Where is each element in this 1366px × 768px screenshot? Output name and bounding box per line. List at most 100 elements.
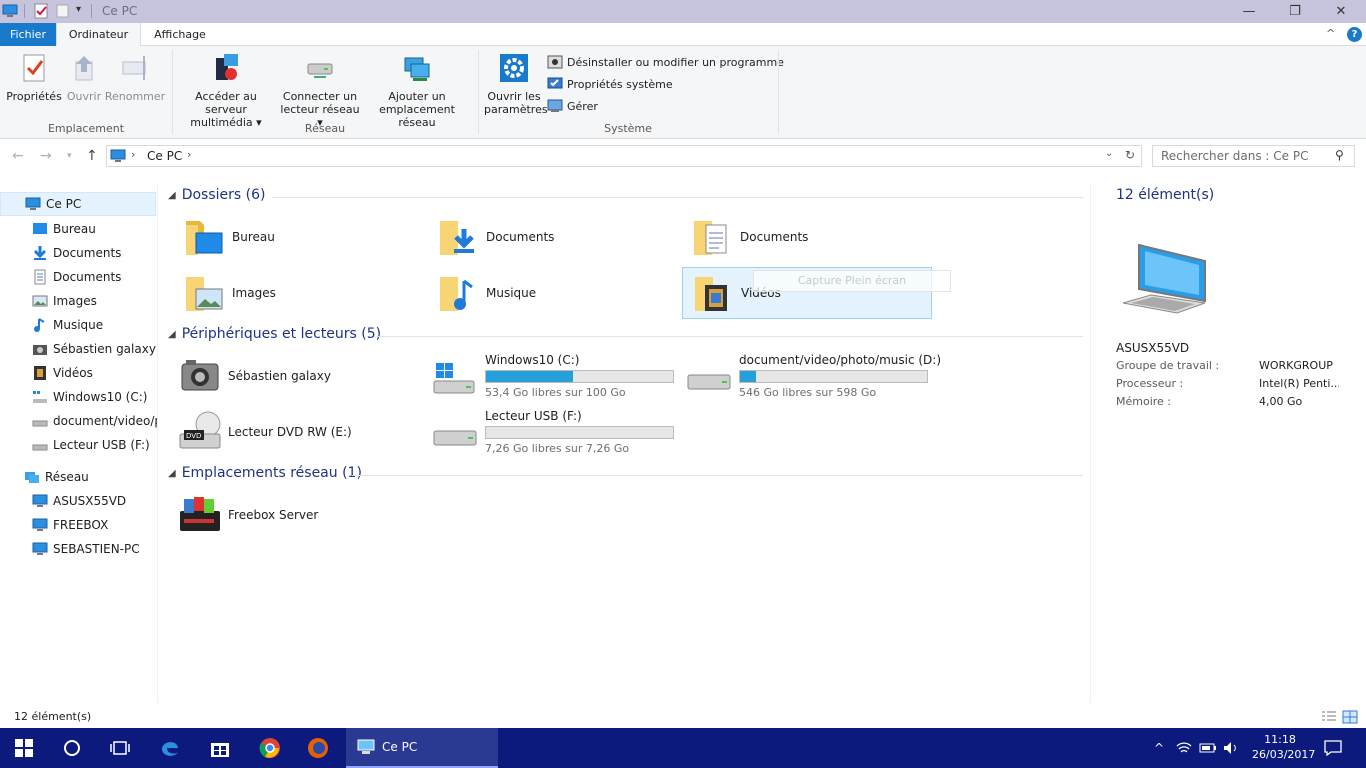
divider (352, 475, 1083, 476)
sidebar-item-ce-pc[interactable]: Ce PC (0, 192, 156, 216)
sidebar-item-reseau[interactable]: Réseau (24, 465, 89, 489)
explorer-window: ▾ Ce PC — ❐ ✕ Fichier Ordinateur Afficha… (0, 0, 1366, 728)
wifi-icon[interactable] (1172, 728, 1196, 768)
open-icon (75, 56, 93, 81)
tab-affichage[interactable]: Affichage (141, 23, 219, 46)
chevron-right-icon[interactable]: › (187, 148, 191, 161)
taskbar-explorer-ce-pc[interactable]: Ce PC (346, 728, 498, 768)
open-button[interactable]: Ouvrir (64, 52, 104, 103)
separator (778, 50, 779, 134)
network-freebox-server[interactable]: Freebox Server (178, 490, 418, 540)
computer-icon[interactable] (2, 3, 18, 19)
search-button[interactable] (48, 728, 96, 768)
sidebar-item-bureau[interactable]: Bureau (32, 217, 96, 241)
sidebar-item-images[interactable]: Images (32, 289, 97, 313)
drive-icon (32, 420, 48, 427)
rename-button[interactable]: Renommer (104, 52, 166, 103)
download-arrow-icon (33, 246, 47, 260)
collapse-ribbon-button[interactable]: ^ (1326, 27, 1335, 40)
properties-icon[interactable] (33, 3, 49, 19)
sidebar-item-asusx55vd[interactable]: ASUSX55VD (32, 489, 126, 513)
firefox-button[interactable] (294, 728, 342, 768)
recent-locations-icon[interactable]: ▾ (67, 151, 72, 161)
group-header-folders[interactable]: ◢ Dossiers (6) (168, 187, 1083, 203)
sidebar-item-musique[interactable]: Musique (32, 313, 103, 337)
address-path[interactable]: Ce PC (147, 149, 182, 163)
folder-documents[interactable]: Documents (436, 212, 676, 262)
drive-icon (32, 444, 48, 451)
sidebar-item-videos[interactable]: Vidéos (32, 361, 93, 385)
group-label-systeme: Système (604, 122, 652, 135)
sidebar-item-sebastien-pc[interactable]: SEBASTIEN-PC (32, 537, 140, 561)
refresh-icon[interactable]: ↻ (1125, 148, 1135, 162)
battery-icon[interactable] (1196, 728, 1220, 768)
details-view-icon[interactable] (1321, 710, 1337, 724)
uninstall-program-button[interactable]: Désinstaller ou modifier un programme (547, 53, 784, 71)
sidebar-item-sebastien-galaxy[interactable]: Sébastien galaxy (32, 337, 156, 361)
close-button[interactable]: ✕ (1318, 0, 1364, 23)
up-icon[interactable]: ↑ (86, 148, 98, 164)
store-button[interactable] (196, 728, 244, 768)
sidebar-item-documents-2[interactable]: Documents (32, 265, 121, 289)
sidebar-item-document-video-d[interactable]: document/video/pl (32, 409, 157, 433)
properties-button[interactable]: Propriétés (6, 52, 62, 103)
chevron-right-icon[interactable]: › (131, 148, 135, 161)
help-button[interactable]: ? (1347, 27, 1362, 42)
sidebar-item-documents[interactable]: Documents (32, 241, 121, 265)
back-icon[interactable]: ← (12, 148, 24, 164)
sidebar-item-freebox[interactable]: FREEBOX (32, 513, 108, 537)
show-hidden-icons-icon[interactable]: ^ (1148, 728, 1170, 768)
drive-windows10-c[interactable]: Windows10 (C:) 53,4 Go libres sur 100 Go (432, 353, 682, 401)
group-header-devices[interactable]: ◢ Périphériques et lecteurs (5) (168, 326, 1083, 342)
collapse-icon[interactable]: ◢ (168, 329, 176, 340)
sidebar-item-label: Lecteur USB (F:) (53, 438, 150, 452)
manage-button[interactable]: Gérer (547, 97, 598, 115)
tab-fichier[interactable]: Fichier (0, 23, 56, 46)
content-pane: ◢ Dossiers (6) Bureau Documents Document… (162, 183, 1087, 703)
folder-images[interactable]: Images (182, 268, 422, 318)
search-input[interactable]: Rechercher dans : Ce PC ⚲ (1152, 145, 1355, 167)
forward-icon[interactable]: → (40, 148, 52, 164)
sidebar-item-lecteur-usb-f[interactable]: Lecteur USB (F:) (32, 433, 150, 457)
folder-pictures-icon (186, 277, 223, 311)
quick-access-dropdown[interactable]: ▾ (76, 4, 81, 15)
folder-musique[interactable]: Musique (436, 268, 676, 318)
edge-button[interactable] (146, 728, 194, 768)
media-server-button[interactable]: Accéder au serveur multimédia ▾ (176, 52, 276, 129)
address-bar[interactable]: › Ce PC › ⌄ ↻ (106, 145, 1142, 167)
drive-usage-bar (485, 370, 674, 383)
detail-label-processor: Processeur : (1116, 377, 1184, 390)
folder-bureau[interactable]: Bureau (182, 212, 422, 262)
group-header-network[interactable]: ◢ Emplacements réseau (1) (168, 465, 1083, 481)
collapse-icon[interactable]: ◢ (168, 468, 176, 479)
address-dropdown-icon[interactable]: ⌄ (1105, 148, 1113, 159)
minimize-button[interactable]: — (1226, 0, 1272, 23)
folder-label: Documents (740, 230, 809, 244)
sidebar-item-windows10-c[interactable]: Windows10 (C:) (32, 385, 147, 409)
task-view-button[interactable] (96, 728, 144, 768)
chrome-button[interactable] (246, 728, 294, 768)
map-network-drive-button[interactable]: Connecter un lecteur réseau ▾ (278, 52, 362, 129)
system-properties-button[interactable]: Propriétés système (547, 75, 673, 93)
action-center-button[interactable] (1318, 728, 1348, 768)
device-sebastien-galaxy[interactable]: Sébastien galaxy (178, 351, 418, 401)
tab-ordinateur[interactable]: Ordinateur (56, 23, 141, 47)
folder-documents-icon (694, 221, 727, 255)
taskbar-clock[interactable]: 11:18 26/03/2017 (1252, 732, 1315, 762)
open-label: Ouvrir (66, 90, 102, 103)
new-folder-icon[interactable] (55, 3, 71, 19)
collapse-icon[interactable]: ◢ (168, 190, 176, 201)
open-settings-button[interactable]: Ouvrir les paramètres (484, 52, 548, 116)
properties-label: Propriétés (6, 90, 62, 103)
folder-documents-2[interactable]: Documents (690, 212, 930, 262)
device-dvd-drive-e[interactable]: DVD Lecteur DVD RW (E:) (178, 407, 418, 457)
maximize-button[interactable]: ❐ (1272, 0, 1318, 23)
add-network-location-button[interactable]: Ajouter un emplacement réseau (364, 52, 470, 129)
drive-document-video-d[interactable]: document/video/photo/music (D:) 546 Go l… (686, 353, 946, 401)
search-icon[interactable]: ⚲ (1335, 148, 1344, 162)
drive-lecteur-usb-f[interactable]: Lecteur USB (F:) 7,26 Go libres sur 7,26… (432, 409, 682, 457)
large-icons-view-icon[interactable] (1342, 710, 1358, 724)
volume-icon[interactable] (1220, 728, 1242, 768)
start-button[interactable] (0, 728, 48, 768)
open-settings-label-2: paramètres (484, 103, 548, 116)
